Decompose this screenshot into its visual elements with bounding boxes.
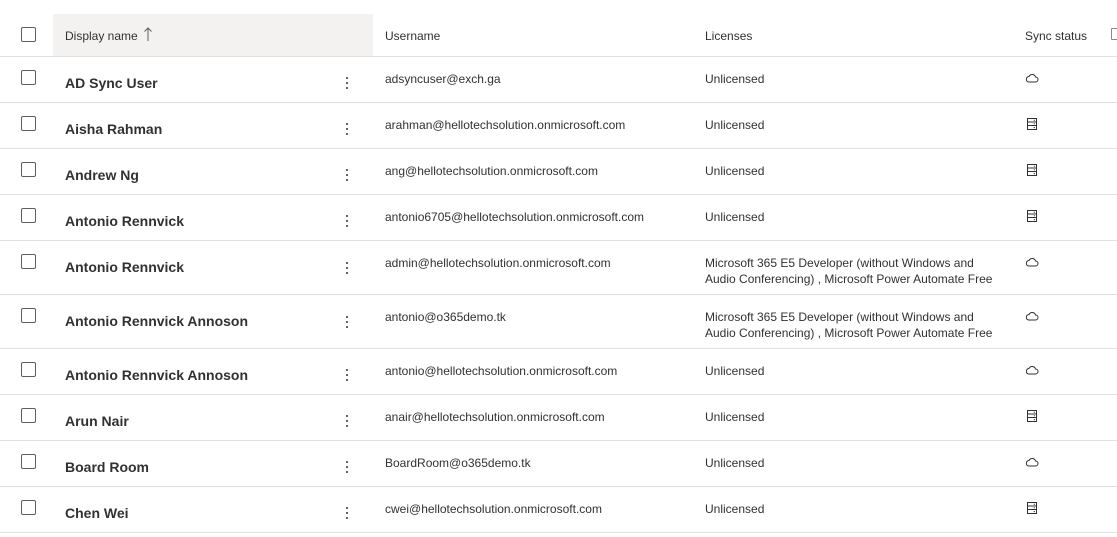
user-licenses: Unlicensed — [705, 72, 765, 86]
row-select-checkbox[interactable] — [21, 208, 36, 223]
directory-sync-icon — [1027, 410, 1037, 422]
table-row[interactable]: Andrew Ng ang@hellotechsolution.onmicroso… — [0, 149, 1117, 195]
user-display-name[interactable]: Board Room — [65, 459, 149, 475]
user-username: antonio@o365demo.tk — [385, 310, 506, 324]
user-display-name[interactable]: Antonio Rennvick Annoson — [65, 313, 248, 329]
column-header-licenses[interactable]: Licenses — [705, 29, 752, 43]
row-select-checkbox[interactable] — [21, 408, 36, 423]
directory-sync-icon — [1027, 502, 1037, 514]
user-username: antonio6705@hellotechsolution.onmicrosof… — [385, 210, 645, 224]
user-username: BoardRoom@o365demo.tk — [385, 456, 531, 470]
directory-sync-icon — [1027, 164, 1037, 176]
user-display-name[interactable]: Antonio Rennvick — [65, 213, 184, 229]
more-vertical-icon[interactable] — [336, 456, 358, 478]
user-display-name[interactable]: Andrew Ng — [65, 167, 139, 183]
cloud-icon — [1025, 258, 1039, 267]
user-username: antonio@hellotechsolution.onmicrosoft.co… — [385, 364, 618, 378]
user-licenses: Unlicensed — [705, 164, 765, 178]
more-vertical-icon[interactable] — [336, 364, 358, 386]
table-row[interactable]: Antonio Rennvick antonio6705@hellotechsol… — [0, 195, 1117, 241]
user-username: adsyncuser@exch.ga — [385, 72, 501, 86]
directory-sync-icon — [1027, 210, 1037, 222]
column-header-display-name[interactable]: Display name — [65, 29, 138, 43]
user-username: arahman@hellotechsolution.onmicrosoft.co… — [385, 118, 626, 132]
row-select-checkbox[interactable] — [21, 70, 36, 85]
more-vertical-icon[interactable] — [336, 164, 358, 186]
table-row[interactable]: Board Room BoardRoom@o365demo.tk Unlicense… — [0, 441, 1117, 487]
directory-sync-icon — [1027, 118, 1037, 130]
cloud-icon — [1025, 74, 1039, 83]
user-display-name[interactable]: Antonio Rennvick Annoson — [65, 367, 248, 383]
user-display-name[interactable]: AD Sync User — [65, 75, 158, 91]
user-display-name[interactable]: Chen Wei — [65, 505, 129, 521]
row-select-checkbox[interactable] — [21, 116, 36, 131]
cloud-icon — [1025, 458, 1039, 467]
table-row[interactable]: Antonio Rennvick admin@hellotechsolution.… — [0, 241, 1117, 295]
user-licenses: Unlicensed — [705, 502, 765, 516]
cloud-icon — [1025, 312, 1039, 321]
sort-ascending-icon[interactable] — [143, 26, 153, 42]
user-licenses: Unlicensed — [705, 118, 765, 132]
table-row[interactable]: Arun Nair anair@hellotechsolution.onmicro… — [0, 395, 1117, 441]
more-vertical-icon[interactable] — [336, 118, 358, 140]
row-select-checkbox[interactable] — [21, 362, 36, 377]
user-display-name[interactable]: Antonio Rennvick — [65, 259, 184, 275]
table-header: Display name Username Licenses Sync stat… — [0, 0, 1117, 57]
row-select-checkbox[interactable] — [21, 500, 36, 515]
table-row[interactable]: Antonio Rennvick Annoson antonio@hellotec… — [0, 349, 1117, 395]
user-licenses: Microsoft 365 E5 Developer (without Wind… — [705, 310, 993, 340]
more-vertical-icon[interactable] — [336, 410, 358, 432]
user-username: anair@hellotechsolution.onmicrosoft.com — [385, 410, 605, 424]
table-row[interactable]: Chen Wei cwei@hellotechsolution.onmicroso… — [0, 487, 1117, 533]
user-display-name[interactable]: Aisha Rahman — [65, 121, 162, 137]
row-select-checkbox[interactable] — [21, 254, 36, 269]
column-header-username[interactable]: Username — [385, 29, 440, 43]
table-row[interactable]: AD Sync User adsyncuser@exch.ga Unlicensed — [0, 57, 1117, 103]
table-row[interactable]: Aisha Rahman arahman@hellotechsolution.on… — [0, 103, 1117, 149]
user-licenses: Unlicensed — [705, 456, 765, 470]
user-licenses: Microsoft 365 E5 Developer (without Wind… — [705, 256, 993, 286]
more-vertical-icon[interactable] — [336, 502, 358, 524]
more-vertical-icon[interactable] — [336, 311, 358, 333]
user-licenses: Unlicensed — [705, 210, 765, 224]
select-all-checkbox[interactable] — [21, 27, 36, 42]
row-select-checkbox[interactable] — [21, 308, 36, 323]
user-username: admin@hellotechsolution.onmicrosoft.com — [385, 256, 611, 270]
table-row[interactable]: Antonio Rennvick Annoson antonio@o365demo… — [0, 295, 1117, 349]
cloud-icon — [1025, 366, 1039, 375]
user-username: ang@hellotechsolution.onmicrosoft.com — [385, 164, 598, 178]
row-select-checkbox[interactable] — [21, 454, 36, 469]
more-vertical-icon[interactable] — [336, 72, 358, 94]
user-username: cwei@hellotechsolution.onmicrosoft.com — [385, 502, 602, 516]
user-display-name[interactable]: Arun Nair — [65, 413, 129, 429]
user-licenses: Unlicensed — [705, 410, 765, 424]
user-licenses: Unlicensed — [705, 364, 765, 378]
more-vertical-icon[interactable] — [336, 210, 358, 232]
column-header-sync-status[interactable]: Sync status — [1025, 29, 1087, 43]
column-options-icon[interactable] — [1111, 28, 1117, 40]
row-select-checkbox[interactable] — [21, 162, 36, 177]
more-vertical-icon[interactable] — [336, 257, 358, 279]
